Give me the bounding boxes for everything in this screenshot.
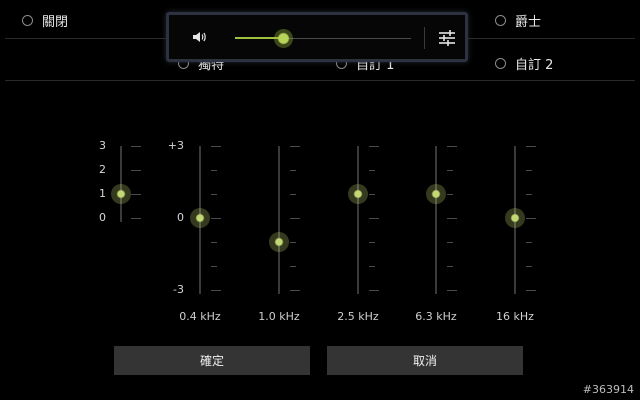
eq-band-thumb[interactable] xyxy=(505,208,525,228)
eq-tick xyxy=(211,266,217,267)
eq-tick xyxy=(526,218,536,219)
eq-tick xyxy=(369,266,375,267)
eq-tick xyxy=(211,218,221,219)
bass-tick xyxy=(131,218,141,219)
bass-tick xyxy=(131,146,141,147)
eq-tick xyxy=(211,170,217,171)
eq-tick xyxy=(290,146,300,147)
eq-tick xyxy=(211,194,217,195)
volume-popup xyxy=(166,12,468,62)
volume-thumb[interactable] xyxy=(274,29,293,48)
bass-tick xyxy=(131,194,141,195)
eq-tick xyxy=(369,218,379,219)
radio-custom-2[interactable] xyxy=(495,58,506,69)
eq-band-label: 6.3 kHz xyxy=(415,310,457,323)
eq-band-thumb[interactable] xyxy=(190,208,210,228)
preset-off[interactable]: 關閉 xyxy=(22,11,68,30)
eq-tick xyxy=(290,242,296,243)
eq-tick xyxy=(526,242,532,243)
ok-button[interactable]: 確定 xyxy=(114,346,310,375)
eq-tick xyxy=(526,146,536,147)
preset-jazz-label: 爵士 xyxy=(515,15,542,30)
preset-off-label: 關閉 xyxy=(42,15,69,30)
volume-slider[interactable] xyxy=(235,29,411,48)
preset-custom-2[interactable]: 自訂 2 xyxy=(495,54,553,73)
eq-band-label: 2.5 kHz xyxy=(337,310,379,323)
watermark: #363914 xyxy=(582,383,634,396)
eq-tick xyxy=(526,266,532,267)
eq-scale-label: +3 xyxy=(167,139,184,152)
eq-tick xyxy=(211,290,221,291)
eq-tick xyxy=(447,170,453,171)
eq-tick xyxy=(447,242,453,243)
eq-band-label: 0.4 kHz xyxy=(179,310,221,323)
eq-tick xyxy=(369,194,375,195)
speaker-icon[interactable] xyxy=(191,29,207,45)
eq-tick xyxy=(211,242,217,243)
bass-scale-label: 0 xyxy=(99,211,106,224)
eq-tick xyxy=(369,170,375,171)
radio-jazz[interactable] xyxy=(495,15,506,26)
preset-divider-2 xyxy=(5,80,635,81)
eq-scale-label: -3 xyxy=(173,283,184,296)
eq-tick xyxy=(526,194,532,195)
eq-tick xyxy=(526,170,532,171)
eq-tick xyxy=(290,218,300,219)
cancel-button[interactable]: 取消 xyxy=(327,346,523,375)
preset-custom-2-label: 自訂 2 xyxy=(515,58,554,73)
radio-off[interactable] xyxy=(22,15,33,26)
eq-tick xyxy=(290,266,296,267)
eq-tick xyxy=(290,290,300,291)
eq-tick xyxy=(369,290,379,291)
bass-scale-label: 3 xyxy=(99,139,106,152)
eq-tick xyxy=(447,218,457,219)
bass-tick xyxy=(131,170,141,171)
eq-band-track[interactable] xyxy=(278,146,280,294)
eq-band-track[interactable] xyxy=(357,146,359,294)
eq-tick xyxy=(447,146,457,147)
eq-tick xyxy=(447,194,453,195)
eq-scale-label: 0 xyxy=(177,211,184,224)
preset-jazz[interactable]: 爵士 xyxy=(495,11,541,30)
eq-band-thumb[interactable] xyxy=(426,184,446,204)
eq-band-thumb[interactable] xyxy=(269,232,289,252)
eq-tick xyxy=(447,290,457,291)
eq-band-label: 1.0 kHz xyxy=(258,310,300,323)
eq-tick xyxy=(290,194,296,195)
eq-tick xyxy=(369,146,379,147)
bass-scale-label: 2 xyxy=(99,163,106,176)
eq-tick xyxy=(369,242,375,243)
eq-tick xyxy=(447,266,453,267)
bass-thumb[interactable] xyxy=(111,184,131,204)
popup-separator xyxy=(424,27,425,49)
eq-band-label: 16 kHz xyxy=(496,310,534,323)
eq-tick xyxy=(526,290,536,291)
eq-band-track[interactable] xyxy=(435,146,437,294)
eq-band-thumb[interactable] xyxy=(348,184,368,204)
eq-tick xyxy=(211,146,221,147)
equalizer-settings-icon[interactable] xyxy=(437,28,457,48)
bass-scale-label: 1 xyxy=(99,187,106,200)
eq-tick xyxy=(290,170,296,171)
